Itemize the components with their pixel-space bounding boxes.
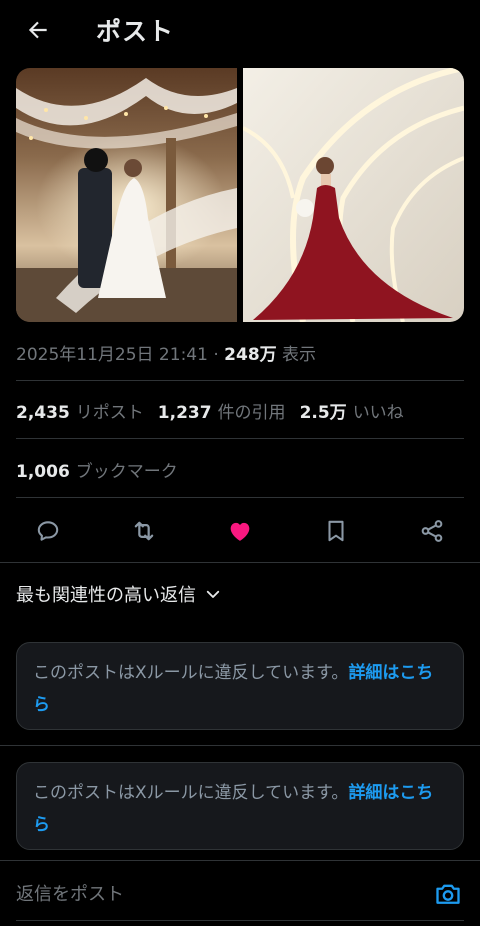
quotes-stat[interactable]: 1,237 件の引用: [158, 398, 286, 423]
reposts-stat[interactable]: 2,435 リポスト: [16, 398, 144, 423]
wedding-photo-image: [16, 68, 237, 322]
page-title: ポスト: [96, 17, 175, 46]
bookmarks-count: 1,006: [16, 462, 70, 482]
top-bar: ポスト: [0, 0, 480, 60]
bookmarks-label: ブックマーク: [75, 462, 178, 482]
divider: [16, 920, 464, 921]
engagement-stats: 2,435 リポスト 1,237 件の引用 2.5万 いいね: [16, 398, 404, 423]
quotes-count: 1,237: [157, 403, 212, 423]
views-label: 表示: [276, 345, 317, 365]
likes-stat[interactable]: 2.5万 いいね: [300, 398, 404, 423]
like-button[interactable]: [226, 517, 254, 545]
post-timestamp[interactable]: 2025年11月25日 21:41: [16, 345, 208, 365]
bookmark-icon: [328, 520, 344, 542]
divider: [16, 497, 464, 498]
violation-notice: このポストはXルールに違反しています。詳細はこちら: [16, 762, 464, 850]
quotes-label: 件の引用: [217, 403, 286, 423]
divider: [0, 860, 480, 861]
violation-notice: このポストはXルールに違反しています。詳細はこちら: [16, 642, 464, 730]
divider: [0, 562, 480, 563]
red-dress-photo-image: [243, 68, 464, 322]
reply-sort-dropdown[interactable]: 最も関連性の高い返信: [16, 581, 222, 607]
bookmarks-stat[interactable]: 1,006 ブックマーク: [16, 457, 178, 482]
repost-button[interactable]: [130, 517, 158, 545]
photo-1[interactable]: [16, 68, 237, 322]
likes-count: 2.5万: [299, 403, 347, 423]
chevron-down-icon: [206, 590, 220, 598]
action-bar: [0, 505, 480, 557]
share-button[interactable]: [418, 517, 446, 545]
heart-icon: [230, 522, 250, 541]
likes-label: いいね: [352, 403, 404, 423]
reply-icon: [37, 521, 59, 541]
back-button[interactable]: [22, 14, 54, 46]
meta-separator: ·: [207, 345, 225, 365]
reply-button[interactable]: [34, 517, 62, 545]
photo-2[interactable]: [243, 68, 464, 322]
post-media: [16, 68, 464, 322]
divider: [16, 438, 464, 439]
notice-text: このポストはXルールに違反しています。: [33, 783, 349, 803]
arrow-left-icon: [28, 21, 47, 39]
camera-button[interactable]: [433, 880, 463, 908]
reply-input[interactable]: 返信をポスト: [16, 880, 124, 906]
views-count: 248万: [224, 345, 277, 365]
reply-composer: 返信をポスト: [0, 862, 480, 926]
post-meta: 2025年11月25日 21:41 · 248万 表示: [16, 340, 316, 365]
camera-icon: [436, 884, 460, 904]
reposts-count: 2,435: [16, 403, 70, 423]
sort-label: 最も関連性の高い返信: [16, 585, 196, 606]
repost-icon: [134, 521, 154, 541]
reposts-label: リポスト: [75, 403, 144, 423]
divider: [16, 380, 464, 381]
bookmark-button[interactable]: [322, 517, 350, 545]
notice-text: このポストはXルールに違反しています。: [33, 663, 349, 683]
divider: [0, 745, 480, 746]
share-icon: [421, 520, 443, 542]
